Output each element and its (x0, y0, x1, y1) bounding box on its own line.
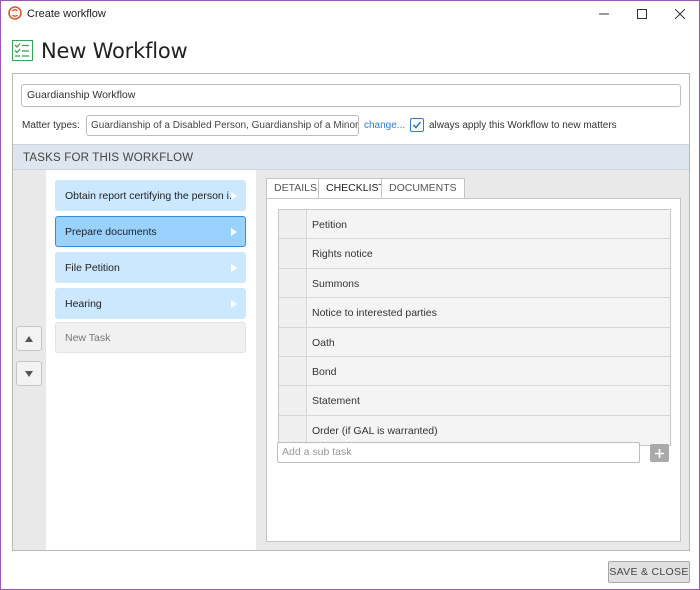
drag-handle[interactable] (279, 356, 307, 386)
task-item[interactable]: Prepare documents (55, 216, 246, 247)
maximize-icon (637, 9, 647, 19)
chevron-right-icon (231, 227, 237, 239)
checklist-item-label: Statement (312, 395, 360, 408)
drag-handle[interactable] (279, 327, 307, 356)
reorder-rail (13, 170, 46, 550)
checklist-row[interactable]: Rights notice (279, 239, 670, 269)
new-task-placeholder: New Task (65, 332, 111, 344)
checklist-item-label: Notice to interested parties (312, 307, 437, 320)
tab-documents[interactable]: DOCUMENTS (381, 178, 465, 199)
checklist-item-label: Rights notice (312, 248, 373, 261)
tab-details[interactable]: DETAILS (266, 178, 325, 199)
drag-handle[interactable] (279, 386, 307, 415)
drag-handle[interactable] (279, 268, 307, 298)
minimize-button[interactable] (585, 1, 623, 27)
chevron-right-icon (231, 263, 237, 275)
move-task-down-button[interactable] (16, 361, 42, 386)
title-bar: Create workflow (1, 1, 699, 27)
section-title: TASKS FOR THIS WORKFLOW (23, 152, 194, 164)
task-item[interactable]: Hearing (55, 288, 246, 319)
move-task-up-button[interactable] (16, 326, 42, 351)
workflow-name-input[interactable]: Guardianship Workflow (21, 84, 681, 107)
maximize-button[interactable] (623, 1, 661, 27)
checklist-item-label: Order (if GAL is warranted) (312, 424, 438, 437)
chevron-right-icon (231, 191, 237, 203)
checklist-panel: Petition Rights notice Summons Notice to… (266, 198, 681, 542)
checklist-item-label: Bond (312, 365, 337, 378)
checklist-table: Petition Rights notice Summons Notice to… (278, 209, 671, 447)
triangle-down-icon (25, 370, 33, 377)
save-and-close-button[interactable]: SAVE & CLOSE (608, 561, 690, 583)
task-label: File Petition (65, 262, 120, 274)
checkmark-icon (412, 121, 422, 129)
checklist-row[interactable]: Order (if GAL is warranted) (279, 415, 670, 446)
create-workflow-window: Create workflow New Workflow Guardianshi… (0, 0, 700, 590)
task-label: Prepare documents (65, 226, 157, 238)
checklist-icon (12, 40, 33, 61)
add-subtask-button[interactable] (650, 444, 669, 462)
drag-handle[interactable] (279, 298, 307, 327)
close-button[interactable] (661, 1, 699, 27)
checklist-row[interactable]: Statement (279, 386, 670, 416)
checklist-row[interactable]: Summons (279, 268, 670, 299)
app-logo-icon (8, 6, 22, 20)
checklist-row[interactable]: Notice to interested parties (279, 298, 670, 328)
checklist-row[interactable]: Oath (279, 327, 670, 357)
checklist-row[interactable]: Petition (279, 210, 670, 240)
task-item[interactable]: File Petition (55, 252, 246, 283)
checklist-row[interactable]: Bond (279, 356, 670, 387)
matter-types-field[interactable]: Guardianship of a Disabled Person, Guard… (86, 115, 359, 136)
drag-handle[interactable] (279, 210, 307, 239)
add-subtask-input[interactable]: Add a sub task (277, 442, 640, 463)
close-icon (675, 9, 685, 19)
tasks-section-header: TASKS FOR THIS WORKFLOW (13, 144, 689, 170)
matter-types-label: Matter types: (22, 120, 80, 131)
always-apply-checkbox[interactable] (410, 118, 424, 132)
checklist-item-label: Oath (312, 336, 335, 349)
checklist-item-label: Summons (312, 277, 360, 290)
page-header: New Workflow (12, 39, 412, 65)
drag-handle[interactable] (279, 415, 307, 446)
window-title: Create workflow (27, 8, 106, 20)
task-label: Hearing (65, 298, 102, 310)
page-title: New Workflow (41, 39, 188, 63)
always-apply-label: always apply this Workflow to new matter… (429, 120, 617, 131)
checklist-item-label: Petition (312, 219, 348, 231)
workflow-form: Guardianship Workflow Matter types: Guar… (12, 73, 690, 551)
triangle-up-icon (25, 335, 33, 342)
plus-icon (655, 448, 664, 458)
change-matter-types-link[interactable]: change... (364, 120, 405, 131)
task-label: Obtain report certifying the person i... (65, 190, 233, 202)
chevron-right-icon (231, 299, 237, 311)
drag-handle[interactable] (279, 239, 307, 268)
new-task-input[interactable]: New Task (55, 322, 246, 353)
task-list: Obtain report certifying the person i...… (46, 170, 256, 550)
minimize-icon (599, 13, 609, 15)
task-item[interactable]: Obtain report certifying the person i... (55, 180, 246, 211)
